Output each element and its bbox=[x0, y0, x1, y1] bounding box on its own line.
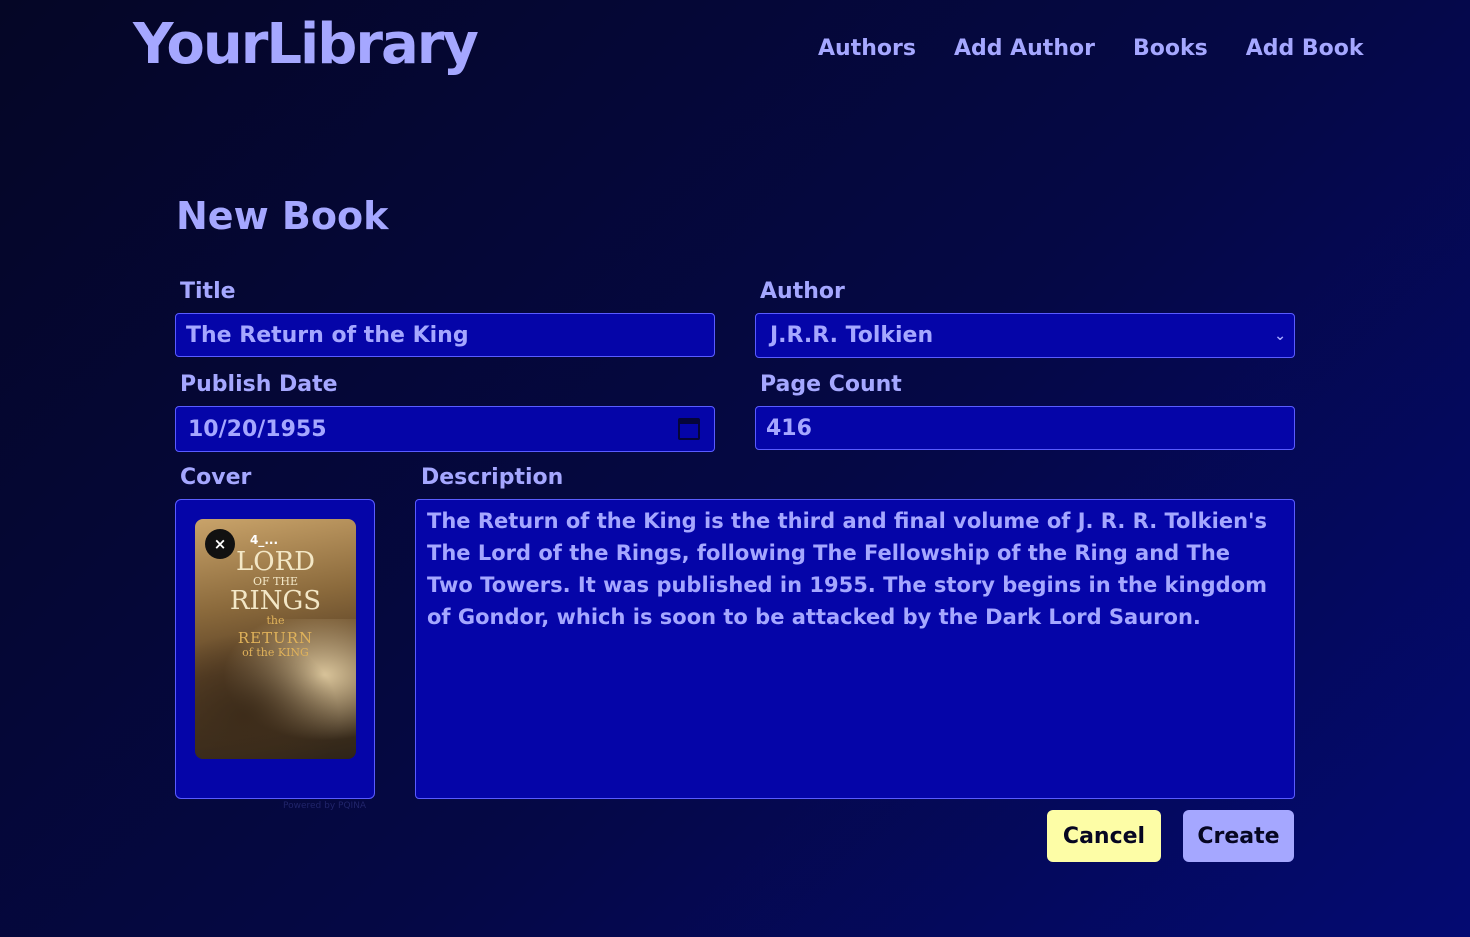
main-nav: Authors Add Author Books Add Book bbox=[818, 34, 1364, 64]
remove-file-button[interactable]: × bbox=[205, 529, 235, 559]
page-title: New Book bbox=[176, 194, 389, 238]
create-button[interactable]: Create bbox=[1183, 810, 1294, 862]
cover-upload-dropzone[interactable]: LORD OF THE RINGS the RETURN of the KING… bbox=[175, 499, 375, 799]
nav-authors[interactable]: Authors bbox=[818, 34, 916, 64]
cancel-button[interactable]: Cancel bbox=[1047, 810, 1161, 862]
description-label: Description bbox=[421, 465, 564, 490]
title-label: Title bbox=[180, 279, 236, 304]
poster-title-art: LORD OF THE RINGS the RETURN of the KING bbox=[229, 547, 322, 659]
nav-add-book[interactable]: Add Book bbox=[1246, 34, 1364, 64]
author-select[interactable]: J.R.R. Tolkien ⌄ bbox=[755, 313, 1295, 358]
file-name: 4_... bbox=[250, 533, 279, 547]
calendar-icon[interactable] bbox=[678, 418, 700, 440]
nav-books[interactable]: Books bbox=[1133, 34, 1208, 64]
site-logo[interactable]: YourLibrary bbox=[133, 14, 479, 76]
title-input[interactable] bbox=[175, 313, 715, 357]
page-count-label: Page Count bbox=[760, 372, 902, 397]
description-textarea[interactable]: The Return of the King is the third and … bbox=[415, 499, 1295, 799]
site-header: YourLibrary Authors Add Author Books Add… bbox=[0, 0, 1470, 100]
chevron-down-icon: ⌄ bbox=[1274, 327, 1286, 344]
author-label: Author bbox=[760, 279, 845, 304]
publish-date-value: 10/20/1955 bbox=[188, 416, 327, 442]
publish-date-input[interactable]: 10/20/1955 bbox=[175, 406, 715, 452]
cover-label: Cover bbox=[180, 465, 252, 490]
author-selected-value: J.R.R. Tolkien bbox=[770, 323, 934, 348]
powered-by-credit[interactable]: Powered by PQINA bbox=[283, 801, 366, 811]
page-count-input[interactable] bbox=[755, 406, 1295, 450]
publish-date-label: Publish Date bbox=[180, 372, 338, 397]
nav-add-author[interactable]: Add Author bbox=[954, 34, 1095, 64]
cover-image-preview: LORD OF THE RINGS the RETURN of the KING… bbox=[195, 519, 356, 759]
